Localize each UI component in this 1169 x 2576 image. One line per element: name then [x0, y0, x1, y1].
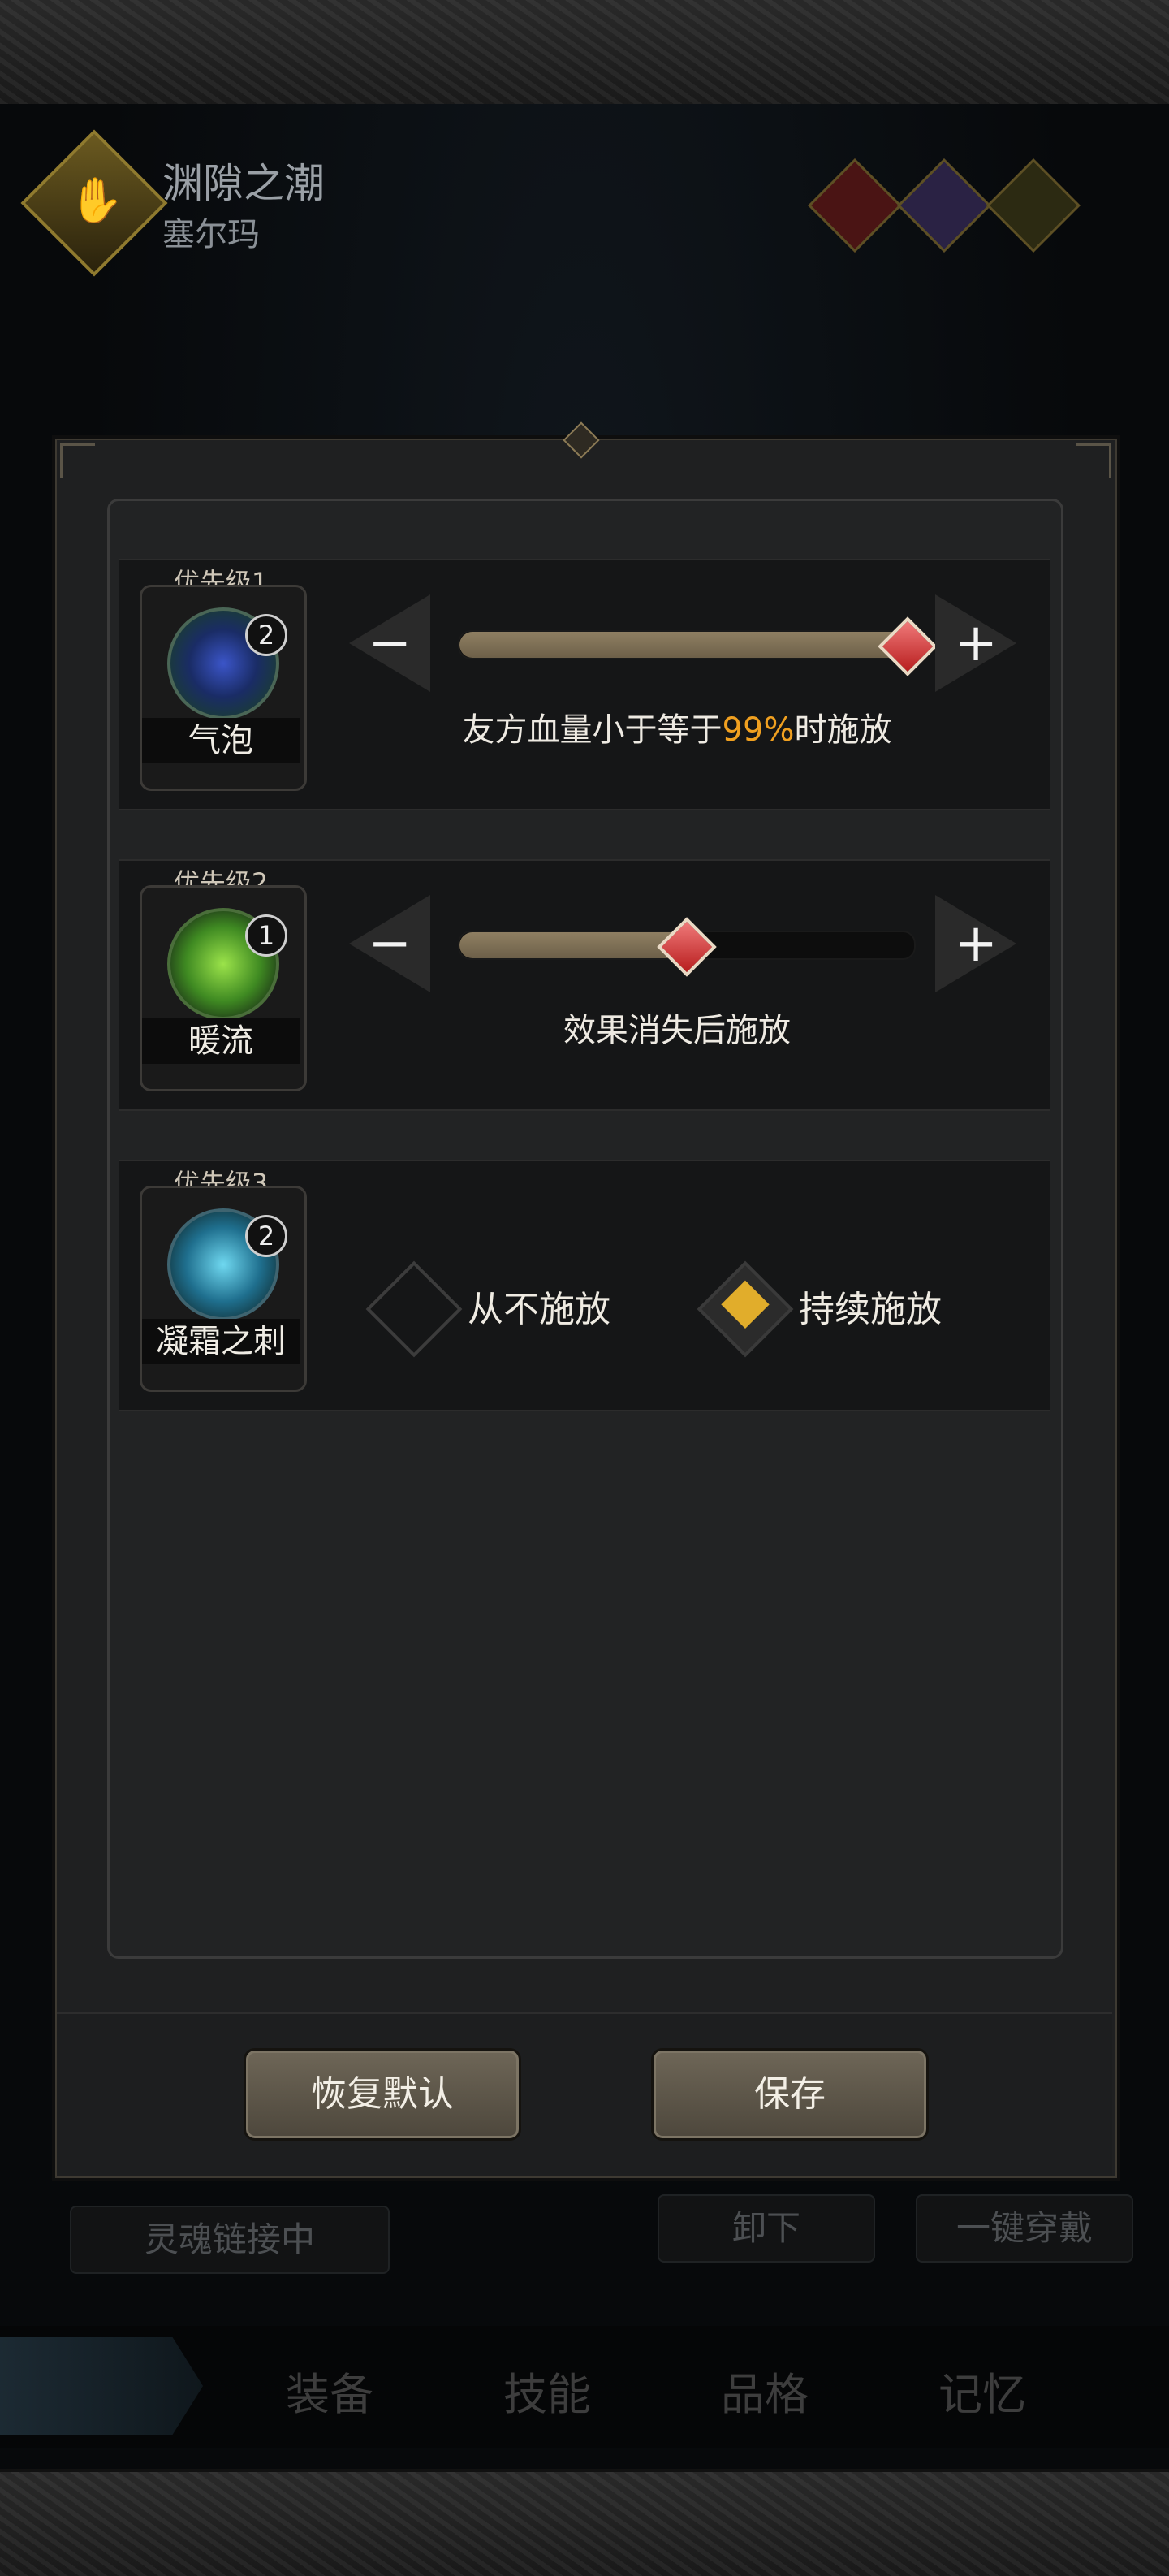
page-title: 渊隙之潮 [162, 160, 325, 207]
skill-level-badge: 1 [245, 914, 287, 957]
skill-name: 暖流 [142, 1018, 300, 1064]
corner-ornament [60, 443, 95, 478]
bottom-frame [0, 2469, 1169, 2576]
skill-level-badge: 2 [245, 614, 287, 656]
slider-fill [459, 632, 906, 658]
cast-condition-text: 效果消失后施放 [563, 1012, 791, 1049]
nav-equipment[interactable]: 装备 [286, 2358, 373, 2423]
reset-default-button[interactable]: 恢复默认 [244, 2048, 521, 2141]
dialog-footer [57, 2012, 1112, 2176]
soul-link-button[interactable]: 灵魂链接中 [70, 2206, 390, 2274]
corner-ornament [1076, 443, 1111, 478]
never-cast-label[interactable]: 从不施放 [468, 1280, 610, 1332]
slider-fill [459, 932, 685, 958]
skill-level-badge: 2 [245, 1215, 287, 1257]
back-arrow-icon[interactable] [0, 2337, 203, 2435]
unequip-button[interactable]: 卸下 [658, 2194, 875, 2263]
plus-icon: + [954, 914, 998, 974]
nav-memory[interactable]: 记忆 [938, 2358, 1026, 2423]
nav-character[interactable]: 品格 [721, 2358, 809, 2423]
top-frame [0, 0, 1169, 107]
cast-condition-text: 友方血量小于等于99%时施放 [462, 711, 892, 749]
character-name: 塞尔玛 [162, 216, 260, 253]
minus-icon: − [368, 613, 412, 673]
checkmark-icon [721, 1280, 770, 1329]
skill-name: 凝霜之刺 [142, 1319, 300, 1364]
plus-icon: + [954, 613, 998, 673]
minus-icon: − [368, 914, 412, 974]
skill-name: 气泡 [142, 718, 300, 763]
equip-all-button[interactable]: 一键穿戴 [916, 2194, 1133, 2263]
always-cast-label[interactable]: 持续施放 [799, 1280, 942, 1332]
nav-skills[interactable]: 技能 [503, 2358, 591, 2423]
save-button[interactable]: 保存 [651, 2048, 929, 2141]
